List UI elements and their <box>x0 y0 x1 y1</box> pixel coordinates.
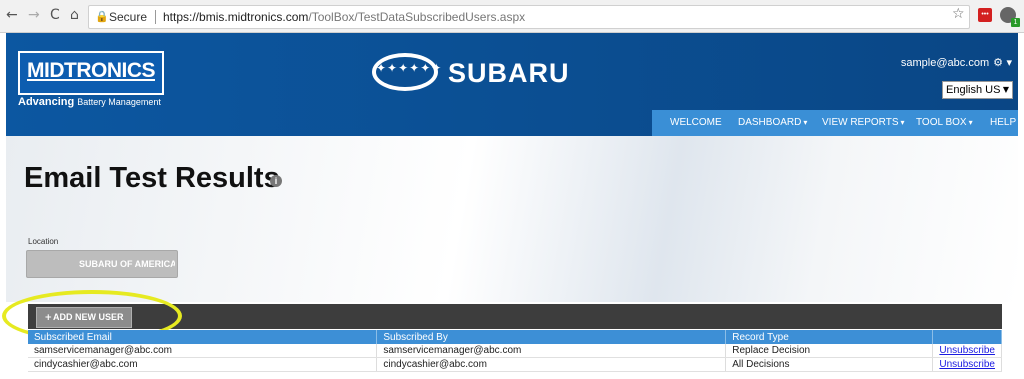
nav-label: WELCOME <box>670 117 722 128</box>
info-icon[interactable]: i <box>270 175 282 187</box>
subscribed-by-cell: cindycashier@abc.com <box>376 357 727 372</box>
user-email: sample@abc.com <box>900 57 990 69</box>
subscribed-users-table: Subscribed Email Subscribed By Record Ty… <box>28 330 1002 372</box>
reload-icon[interactable]: C <box>50 7 60 23</box>
url-text[interactable]: https://bmis.midtronics.com/ToolBox/Test… <box>163 6 525 28</box>
subaru-logo: ✦✦✦✦✦✦ SUBARU <box>372 53 602 93</box>
caret-down-icon: ▾ <box>900 118 905 127</box>
location-value: SUBARU OF AMERICA : <box>79 259 175 269</box>
subscribed-email-cell: cindycashier@abc.com <box>28 357 378 372</box>
secure-label: Secure <box>109 10 148 24</box>
extension-icon[interactable]: ••• <box>978 8 992 22</box>
nav-dashboard[interactable]: DASHBOARD ▾ <box>738 110 807 136</box>
main-nav: WELCOME DASHBOARD ▾ VIEW REPORTS ▾ TOOL BO… <box>652 110 1018 136</box>
tagline: Advancing Battery Management <box>18 96 161 108</box>
tagline-bold: Advancing <box>18 96 75 108</box>
nav-view-reports[interactable]: VIEW REPORTS ▾ <box>822 110 905 136</box>
browser-toolbar: ← → C ⌂ 🔒 Secure https://bmis.midtronics… <box>0 0 1024 33</box>
column-header[interactable]: Record Type <box>725 330 934 344</box>
language-select[interactable]: English US ▼ <box>942 81 1013 99</box>
tagline-rest: Battery Management <box>77 97 161 107</box>
midtronics-logo[interactable]: MIDTRONICS <box>18 51 164 95</box>
table-header-row: Subscribed Email Subscribed By Record Ty… <box>28 330 1002 344</box>
profile-extension-icon[interactable]: 1 <box>1000 7 1020 27</box>
forward-icon[interactable]: → <box>28 7 40 23</box>
chevron-down-icon: ▼ <box>1002 85 1009 94</box>
caret-down-icon: ▾ <box>968 118 973 127</box>
home-icon[interactable]: ⌂ <box>70 7 79 23</box>
subaru-stars: ✦✦✦✦✦✦ <box>376 61 443 75</box>
nav-label: VIEW REPORTS <box>822 117 899 128</box>
nav-welcome[interactable]: WELCOME <box>670 110 722 136</box>
language-value: English US <box>946 84 1001 96</box>
gear-icon[interactable]: ⚙ ▾ <box>993 56 1012 69</box>
table-row: cindycashier@abc.com cindycashier@abc.co… <box>28 357 1002 372</box>
hero-section: Email Test Results i Location SUBARU OF … <box>6 136 1018 302</box>
lock-icon: 🔒 <box>95 10 109 23</box>
back-icon[interactable]: ← <box>6 7 18 23</box>
subaru-wordmark: SUBARU <box>448 58 570 88</box>
caret-down-icon: ▾ <box>803 118 808 127</box>
user-menu[interactable]: sample@abc.com ⚙ ▾ <box>901 56 1012 69</box>
subscribed-email-cell: samservicemanager@abc.com <box>28 344 378 358</box>
extension-icon-text: ••• <box>981 11 989 18</box>
column-header[interactable]: Subscribed Email <box>28 330 378 344</box>
location-select[interactable]: SUBARU OF AMERICA : <box>26 250 178 278</box>
bookmark-star-icon[interactable]: ☆ <box>952 6 965 22</box>
nav-label: DASHBOARD <box>738 117 802 128</box>
url-host: https://bmis.midtronics.com <box>163 10 309 24</box>
unsubscribe-link[interactable]: Unsubscribe <box>932 357 1002 372</box>
record-type-cell: All Decisions <box>725 357 934 372</box>
subscribed-by-cell: samservicemanager@abc.com <box>376 344 727 358</box>
page-title: Email Test Results <box>24 162 280 194</box>
nav-label: HELP <box>990 117 1017 128</box>
site-header: MIDTRONICS Advancing Battery Management … <box>6 33 1018 136</box>
location-label: Location <box>28 237 59 246</box>
column-header <box>932 330 1002 344</box>
nav-label: TOOL BOX <box>916 117 967 128</box>
column-header[interactable]: Subscribed By <box>376 330 727 344</box>
address-bar[interactable]: 🔒 Secure https://bmis.midtronics.com/Too… <box>88 5 970 29</box>
nav-help[interactable]: HELP <box>990 110 1016 136</box>
nav-tool-box[interactable]: TOOL BOX ▾ <box>916 110 973 136</box>
table-row: samservicemanager@abc.com samservicemana… <box>28 344 1002 358</box>
unsubscribe-link[interactable]: Unsubscribe <box>932 344 1002 358</box>
extension-badge: 1 <box>1011 18 1020 27</box>
subaru-emblem-icon: ✦✦✦✦✦✦ <box>372 53 443 91</box>
logo-text: MIDTRONICS <box>27 59 156 82</box>
url-path: /ToolBox/TestDataSubscribedUsers.aspx <box>308 10 526 24</box>
record-type-cell: Replace Decision <box>725 344 934 358</box>
omnibox-divider <box>155 10 156 24</box>
